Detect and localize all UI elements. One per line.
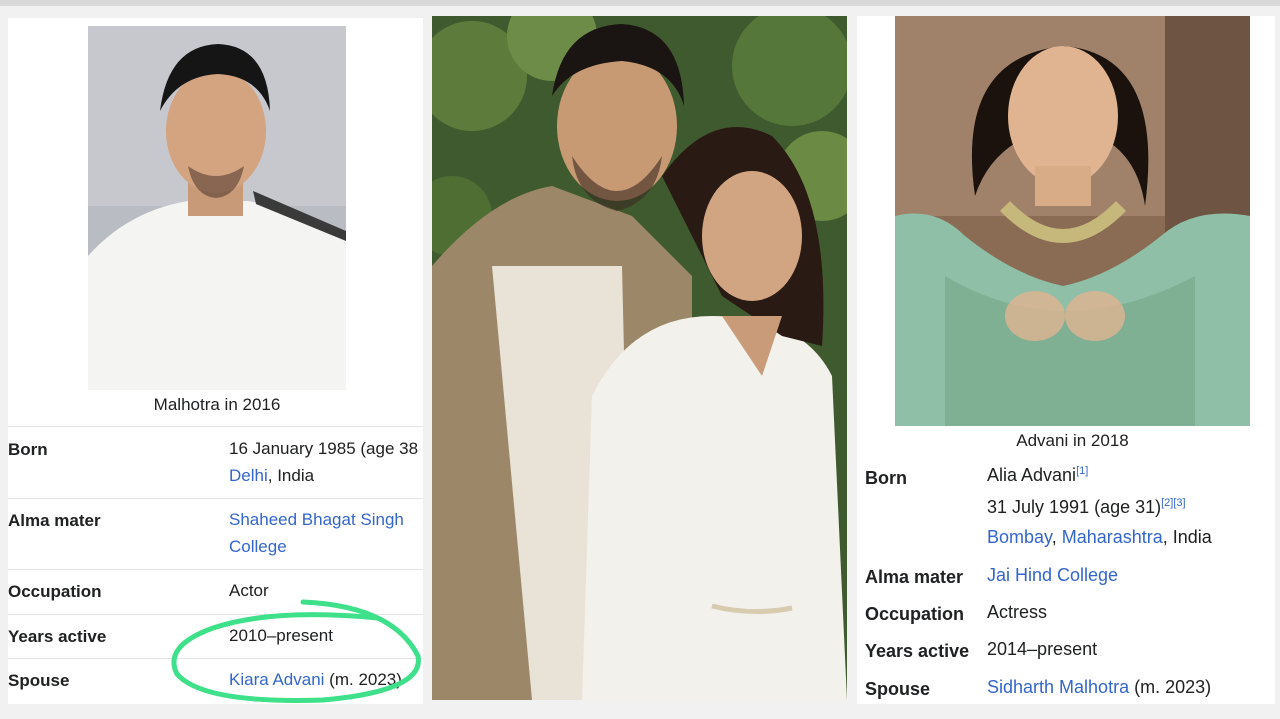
label-spouse: Spouse (865, 679, 931, 699)
value-born-place: Delhi, India (229, 466, 315, 485)
link-jai-hind-college[interactable]: Jai Hind College (987, 565, 1118, 585)
photo-couple[interactable] (432, 16, 847, 700)
value-born-date: 16 January 1985 (age 38 (229, 439, 419, 458)
link-sidharth-malhotra[interactable]: Sidharth Malhotra (987, 677, 1129, 697)
value-born-place: Bombay, Maharashtra, India (987, 527, 1212, 547)
value-years-active: 2014–present (987, 639, 1098, 659)
label-alma-mater: Alma mater (8, 511, 101, 530)
top-strip (0, 0, 1280, 6)
link-delhi[interactable]: Delhi (229, 466, 268, 485)
label-born: Born (8, 440, 48, 459)
row-divider (8, 498, 423, 499)
ref-2-3[interactable]: [2][3] (1161, 497, 1185, 509)
value-alma-mater: Shaheed Bhagat Singh College (229, 506, 404, 560)
photo-malhotra[interactable] (88, 26, 346, 390)
value-born-date: 31 July 1991 (age 31)[2][3] (987, 497, 1186, 517)
ref-1[interactable]: [1] (1076, 465, 1088, 477)
link-maharashtra[interactable]: Maharashtra (1062, 527, 1163, 547)
label-years-active: Years active (865, 641, 970, 661)
photo-advani[interactable] (895, 16, 1250, 426)
infobox-advani: Advani in 2018 Born Alia Advani[1] 31 Ju… (857, 16, 1275, 704)
photo-caption: Malhotra in 2016 (153, 395, 281, 414)
label-occupation: Occupation (865, 604, 965, 624)
row-divider (8, 426, 423, 427)
photo-caption: Advani in 2018 (1016, 431, 1129, 450)
label-born: Born (865, 468, 907, 488)
value-alma-mater: Jai Hind College (987, 562, 1118, 589)
value-spouse: Sidharth Malhotra (m. 2023) (987, 677, 1212, 697)
infobox-malhotra: Malhotra in 2016 Born 16 January 1985 (a… (8, 18, 423, 704)
label-years-active: Years active (8, 627, 107, 646)
value-born-name: Alia Advani[1] (987, 465, 1089, 485)
link-shaheed-bhagat-singh-college[interactable]: Shaheed Bhagat Singh (229, 510, 404, 529)
highlight-circle (171, 599, 421, 703)
label-spouse: Spouse (8, 671, 70, 690)
link-college[interactable]: College (229, 537, 287, 556)
value-occupation: Actress (987, 602, 1048, 622)
link-bombay[interactable]: Bombay (987, 527, 1052, 547)
label-alma-mater: Alma mater (865, 567, 964, 587)
row-divider (8, 569, 423, 570)
label-occupation: Occupation (8, 582, 102, 601)
